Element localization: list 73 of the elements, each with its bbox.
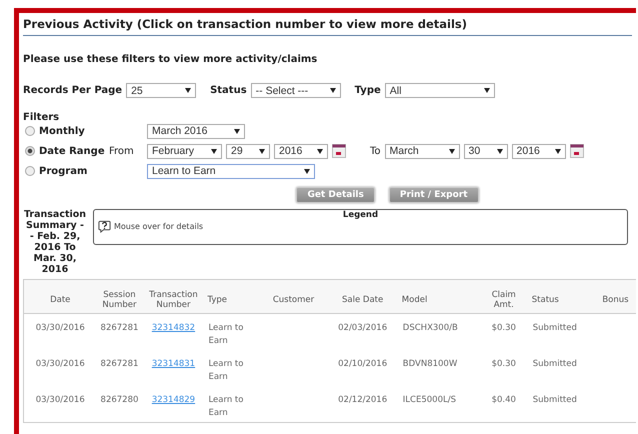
radio-button[interactable]: [25, 126, 35, 136]
radio-label: Program: [39, 166, 88, 176]
dropdown[interactable]: 2016: [274, 144, 328, 158]
filter-label: Type: [354, 85, 381, 96]
summary-text: Transaction Summary - - Feb. 29, 2016 To Mar. 30, 2016: [23, 209, 87, 275]
caret-icon: [484, 88, 490, 93]
table-cell: $0.40: [478, 386, 529, 422]
calendar-icon[interactable]: [570, 144, 584, 158]
intro-text: Please use these filters to view more activity/claims: [23, 54, 318, 65]
dropdown[interactable]: March 2016: [147, 124, 245, 138]
filter-label: Records Per Page: [23, 85, 122, 96]
table-cell: ILCE5000L/S: [398, 386, 479, 422]
table-cell: Submitted: [528, 386, 595, 422]
radio-label: Date Range: [39, 146, 105, 156]
filters-label: Filters: [23, 112, 60, 123]
dropdown[interactable]: 29: [226, 144, 270, 158]
table-cell-text: 02/10/2016: [337, 358, 388, 371]
caret-icon: [259, 148, 265, 154]
dropdown[interactable]: 2016: [512, 144, 566, 158]
table-cell: DSCHX300/B: [398, 314, 479, 350]
to-label: To: [370, 146, 381, 156]
column-header: Type: [204, 280, 260, 314]
column-header: Sale Date: [326, 280, 399, 314]
radio-button[interactable]: [25, 146, 35, 156]
caret-icon: [448, 148, 455, 154]
table-cell: $0.30: [478, 314, 529, 350]
dropdown[interactable]: Learn to Earn: [147, 164, 315, 178]
column-header: Model: [398, 280, 479, 314]
caret-icon: [211, 148, 217, 154]
help-icon: [98, 220, 111, 233]
radio-label: Monthly: [39, 126, 86, 136]
table-cell: 03/30/2016: [24, 350, 96, 386]
radio-button[interactable]: [25, 166, 35, 176]
panel-title: Previous Activity (Click on transaction number to view more details): [23, 17, 632, 36]
table-cell: 02/03/2016: [326, 314, 399, 350]
table-cell: 02/12/2016: [326, 386, 399, 422]
caret-icon: [185, 88, 192, 93]
dropdown[interactable]: March: [384, 144, 460, 158]
filter-label: Status: [210, 85, 247, 96]
table-cell-text: BDVN8100W: [402, 358, 458, 371]
table-cell: 03/30/2016: [24, 386, 96, 422]
legend-title: Legend: [342, 210, 380, 220]
table-cell: Learn to Earn: [208, 359, 244, 382]
caret-icon: [317, 148, 323, 154]
table-cell: Submitted: [528, 314, 595, 350]
legend-hint: Mouse over for details: [114, 222, 204, 231]
column-header: Bonus: [594, 280, 636, 314]
table-cell-text: Submitted: [532, 358, 578, 371]
caret-icon: [496, 148, 503, 154]
column-header: Session Number: [96, 280, 142, 314]
table-cell-text: $0.30: [490, 358, 517, 371]
calendar-icon[interactable]: [332, 144, 346, 158]
table-cell: 03/30/2016: [24, 314, 96, 350]
dropdown[interactable]: 30: [464, 144, 508, 158]
from-label: From: [109, 146, 135, 156]
table-cell: Learn to Earn: [208, 323, 244, 346]
table-cell: 8267281: [96, 314, 142, 350]
caret-icon: [330, 88, 336, 93]
column-header: Status: [528, 280, 595, 314]
dropdown[interactable]: 25: [126, 83, 196, 98]
caret-icon: [554, 148, 561, 154]
caret-icon: [234, 128, 240, 134]
column-header: Claim Amt.: [478, 280, 529, 314]
dropdown[interactable]: -- Select ---: [250, 83, 341, 98]
table-cell: Learn to Earn: [208, 395, 244, 418]
column-header: Date: [24, 280, 96, 314]
caret-icon: [304, 168, 310, 174]
table-cell: 8267280: [96, 386, 142, 422]
table-cell-text: 8267281: [100, 358, 140, 371]
column-header: Transaction Number: [142, 280, 204, 314]
dropdown[interactable]: All: [384, 83, 495, 98]
column-header: Customer: [260, 280, 326, 314]
dropdown[interactable]: February: [147, 144, 222, 158]
